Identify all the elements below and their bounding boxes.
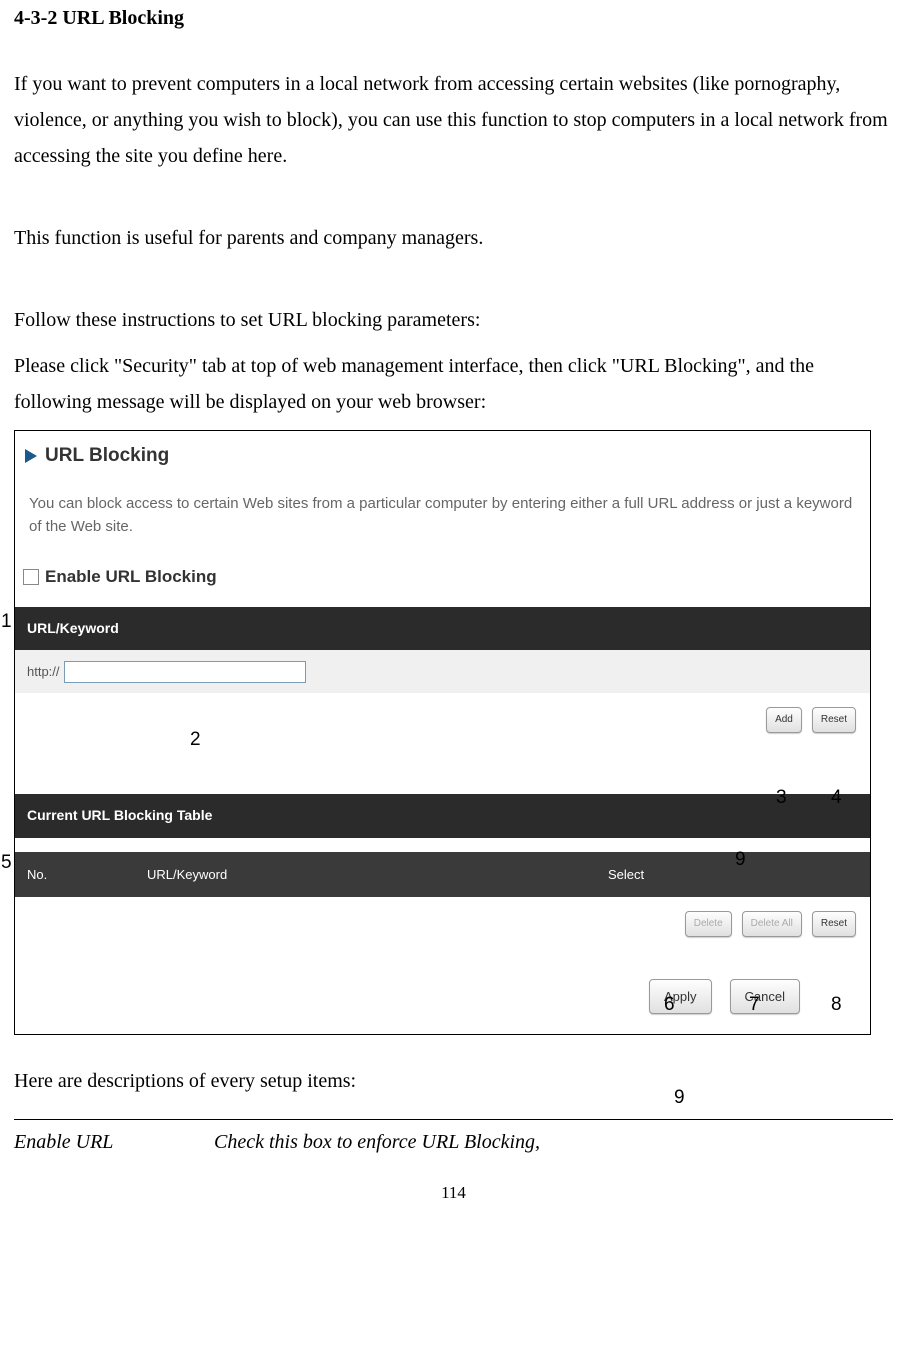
paragraph-4: Please click "Security" tab at top of we…: [14, 348, 893, 420]
paragraph-3: Follow these instructions to set URL blo…: [14, 302, 893, 338]
annotation-4: 4: [831, 781, 842, 815]
col-url: URL/Keyword: [147, 863, 608, 886]
reset-button-2[interactable]: Reset: [812, 911, 856, 937]
url-input[interactable]: [64, 661, 306, 683]
apply-button[interactable]: Apply: [649, 979, 712, 1014]
paragraph-2: This function is useful for parents and …: [14, 220, 893, 256]
annotation-3: 3: [776, 781, 787, 815]
add-button[interactable]: Add: [766, 707, 802, 733]
url-keyword-header: URL/Keyword: [15, 607, 870, 650]
setup-item-row: Enable URL Check this box to enforce URL…: [14, 1124, 893, 1160]
panel-description: You can block access to certain Web site…: [15, 481, 870, 558]
annotation-5: 5: [1, 846, 12, 880]
col-no: No.: [27, 863, 147, 886]
annotation-2: 2: [190, 723, 201, 757]
screenshot-panel: URL Blocking You can block access to cer…: [14, 430, 871, 1035]
annotation-9b: 9: [674, 1081, 685, 1115]
paragraph-1: If you want to prevent computers in a lo…: [14, 66, 893, 174]
annotation-7: 7: [749, 988, 760, 1022]
http-prefix-label: http://: [27, 660, 60, 683]
annotation-8: 8: [831, 988, 842, 1022]
section-title: 4-3-2 URL Blocking: [14, 0, 893, 36]
annotation-1: 1: [1, 605, 12, 639]
cancel-button[interactable]: Cancel: [730, 979, 800, 1014]
enable-checkbox[interactable]: [23, 569, 39, 585]
enable-label: Enable URL Blocking: [45, 562, 217, 593]
delete-button[interactable]: Delete: [685, 911, 732, 937]
descriptions-heading: Here are descriptions of every setup ite…: [14, 1063, 893, 1099]
annotation-9a: 9: [735, 843, 746, 877]
setup-item-label: Enable URL: [14, 1124, 214, 1160]
panel-title: URL Blocking: [45, 439, 169, 473]
annotation-6: 6: [664, 988, 675, 1022]
reset-button[interactable]: Reset: [812, 707, 856, 733]
current-table-header: Current URL Blocking Table: [15, 794, 870, 837]
page-number: 114: [14, 1178, 893, 1209]
delete-all-button[interactable]: Delete All: [742, 911, 802, 937]
arrow-icon: [25, 449, 37, 463]
setup-item-desc: Check this box to enforce URL Blocking,: [214, 1124, 893, 1160]
separator: [14, 1119, 893, 1120]
col-select: Select: [608, 863, 858, 886]
